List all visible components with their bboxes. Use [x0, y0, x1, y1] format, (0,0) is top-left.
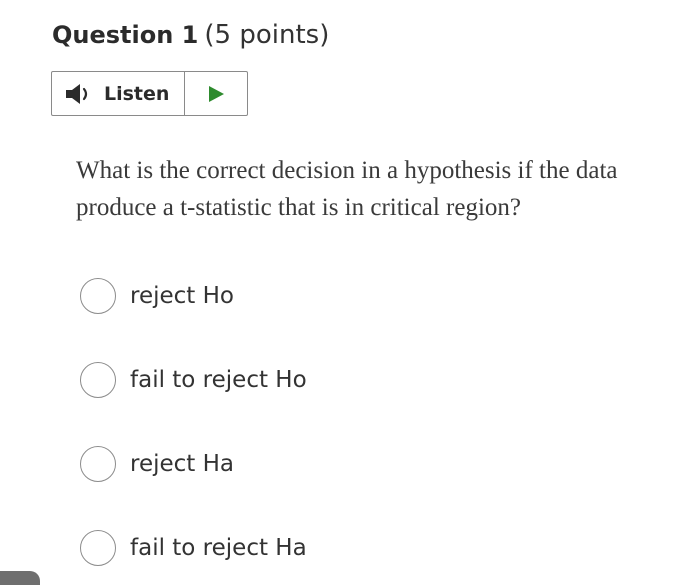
- listen-label: Listen: [104, 82, 170, 105]
- option-label: reject Ho: [130, 283, 234, 309]
- option-label: fail to reject Ho: [130, 367, 307, 393]
- play-button[interactable]: [185, 72, 247, 115]
- question-header: Question 1 (5 points): [52, 14, 329, 55]
- question-title: Question 1: [52, 21, 199, 49]
- listen-widget: Listen: [51, 71, 248, 116]
- option-label: fail to reject Ha: [130, 535, 307, 561]
- question-points: (5 points): [204, 20, 330, 50]
- radio-button[interactable]: [80, 446, 116, 482]
- option-label: reject Ha: [130, 451, 235, 477]
- option-reject-ho[interactable]: reject Ho: [80, 278, 234, 314]
- radio-button[interactable]: [80, 278, 116, 314]
- play-icon: [206, 84, 226, 104]
- radio-button[interactable]: [80, 530, 116, 566]
- question-text: What is the correct decision in a hypoth…: [76, 157, 618, 221]
- option-reject-ha[interactable]: reject Ha: [80, 446, 234, 482]
- listen-button[interactable]: Listen: [52, 72, 185, 115]
- option-fail-to-reject-ha[interactable]: fail to reject Ha: [80, 530, 307, 566]
- scroll-handle: [0, 571, 40, 585]
- speaker-icon: [64, 82, 98, 106]
- option-fail-to-reject-ho[interactable]: fail to reject Ho: [80, 362, 307, 398]
- radio-button[interactable]: [80, 362, 116, 398]
